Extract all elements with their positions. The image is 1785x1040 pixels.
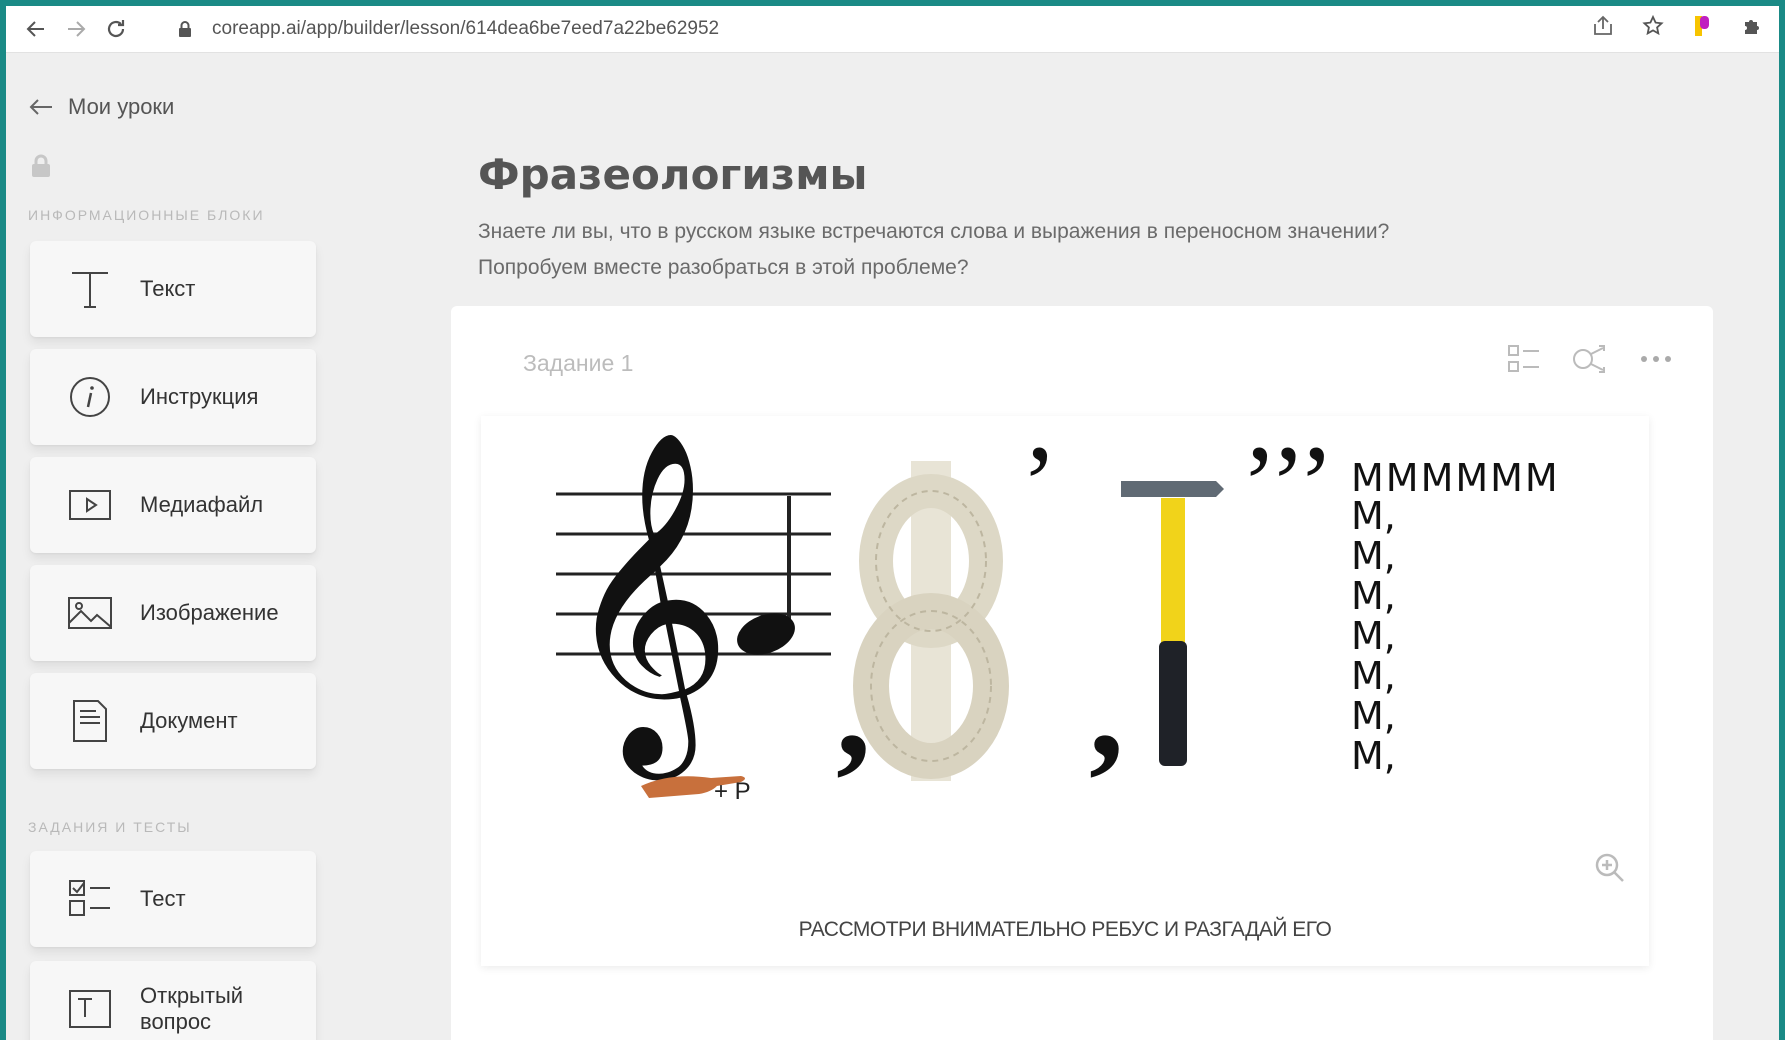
more-options-icon[interactable] (1637, 342, 1675, 376)
checklist-icon (62, 871, 118, 927)
rebus-comma: , (1089, 632, 1124, 787)
task-label[interactable]: Задание 1 (523, 350, 633, 377)
rebus-image: 𝄞 + Р , ’ , ’’’ ММММММ М, М, М, М, М, М,… (556, 423, 1558, 805)
block-document-card[interactable]: Документ (30, 673, 316, 769)
block-label: Документ (140, 708, 238, 733)
open-question-icon (62, 981, 118, 1037)
lock-icon[interactable] (30, 154, 52, 178)
rebus-m-col-item: М, (1351, 734, 1396, 778)
description-line-1: Знаете ли вы, что в русском языке встреч… (478, 220, 1390, 243)
lock-icon (179, 21, 191, 37)
extensions-puzzle-icon[interactable] (1741, 14, 1765, 38)
url-text: coreapp.ai/app/builder/lesson/614dea6be7… (212, 18, 720, 39)
block-label: Изображение (140, 600, 279, 625)
rebus-m-col-item: М, (1351, 694, 1396, 738)
back-to-lessons-link[interactable]: Мои уроки (28, 94, 174, 120)
share-icon[interactable] (1591, 14, 1615, 38)
block-label: Открытый вопрос (140, 983, 243, 1035)
hammer-icon (1121, 481, 1224, 766)
extension-logo-icon[interactable] (1691, 14, 1715, 38)
rebus-m-col-item: М, (1351, 574, 1396, 618)
task-open-question-card[interactable]: Открытый вопрос (30, 961, 316, 1040)
description-line-2: Попробуем вместе разобраться в этой проб… (478, 256, 969, 279)
block-label: Тест (140, 886, 186, 911)
address-bar[interactable]: coreapp.ai/app/builder/lesson/614dea6be7… (176, 14, 719, 44)
back-arrow-icon[interactable] (16, 9, 56, 49)
block-text-card[interactable]: Текст (30, 241, 316, 337)
lesson-description[interactable]: Знаете ли вы, что в русском языке встреч… (478, 214, 1578, 286)
media-play-icon (62, 477, 118, 533)
arrow-left-icon (29, 99, 52, 115)
rope-knot-icon (853, 461, 1009, 781)
reload-icon[interactable] (96, 9, 136, 49)
task-type-checklist-icon[interactable] (1505, 342, 1543, 376)
bookmark-star-icon[interactable] (1641, 14, 1665, 38)
rebus-m-col-item: М, (1351, 534, 1396, 578)
treble-clef-icon: 𝄞 (561, 428, 732, 782)
block-label: Текст (140, 276, 196, 301)
document-icon (62, 693, 118, 749)
lesson-title[interactable]: Фразеологизмы (478, 150, 868, 199)
back-label: Мои уроки (68, 94, 175, 119)
app-window: coreapp.ai/app/builder/lesson/614dea6be7… (6, 6, 1779, 1040)
forward-arrow-icon[interactable] (56, 9, 96, 49)
rebus-apostrophe: ’ (1021, 423, 1058, 545)
block-media-card[interactable]: Медиафайл (30, 457, 316, 553)
block-instruction-card[interactable]: Инструкция (30, 349, 316, 445)
info-icon (62, 369, 118, 425)
rebus-pointer-text: + Р (714, 778, 751, 805)
text-t-icon (62, 261, 118, 317)
rebus-m-col-item: М, (1351, 494, 1396, 538)
rebus-m-col-item: М, (1351, 654, 1396, 698)
task-test-card[interactable]: Тест (30, 851, 316, 947)
shuffle-toggle-icon[interactable] (1571, 342, 1609, 376)
label-line-1: Открытый (140, 983, 244, 1008)
zoom-in-icon[interactable] (1593, 851, 1627, 885)
tasks-section-title: ЗАДАНИЯ И ТЕСТЫ (28, 819, 192, 835)
label-line-2: вопрос (140, 1009, 212, 1034)
block-image-card[interactable]: Изображение (30, 565, 316, 661)
rebus-m-col-item: М, (1351, 614, 1396, 658)
task-image-card: 𝄞 + Р , ’ , ’’’ ММММММ М, М, М, М, М, М,… (481, 416, 1649, 966)
task-panel: Задание 1 𝄞 + Р , ’ , ’’’ ММММММ М, М, М… (451, 306, 1713, 1040)
block-label: Медиафайл (140, 492, 264, 517)
image-icon (62, 585, 118, 641)
image-caption: РАССМОТРИ ВНИМАТЕЛЬНО РЕБУС И РАЗГАДАЙ Е… (798, 918, 1332, 941)
rebus-apostrophes: ’’’ (1241, 423, 1335, 545)
info-blocks-section-title: ИНФОРМАЦИОННЫЕ БЛОКИ (28, 207, 265, 223)
rebus-m-column: М, М, М, М, М, М, М, (1351, 494, 1396, 778)
browser-toolbar: coreapp.ai/app/builder/lesson/614dea6be7… (6, 6, 1779, 53)
block-label: Инструкция (140, 384, 259, 409)
